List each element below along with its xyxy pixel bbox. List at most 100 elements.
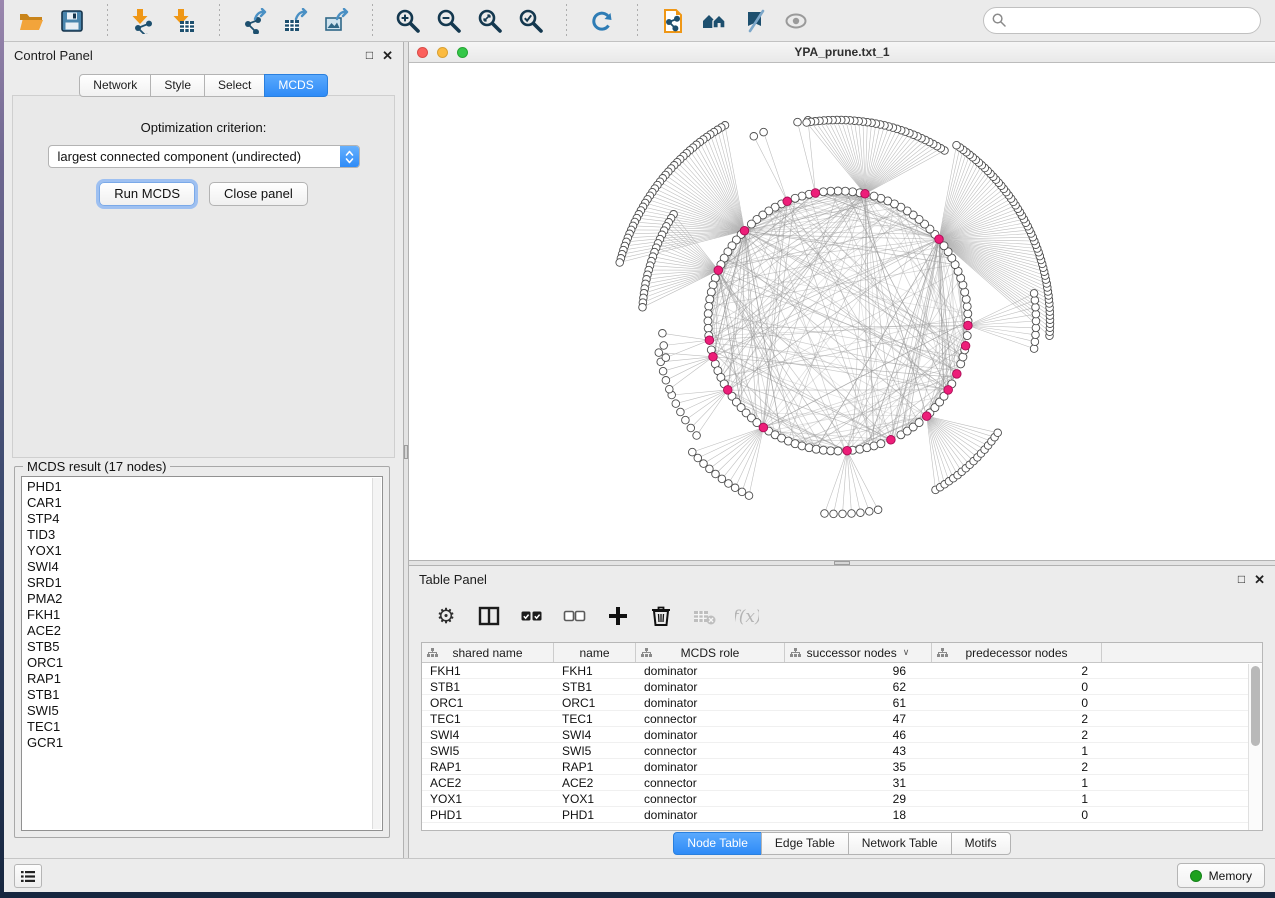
column-type-icon xyxy=(427,648,438,658)
toolbar-icon-strip xyxy=(16,4,811,38)
mcds-node-item[interactable]: SRD1 xyxy=(22,575,372,591)
svg-text:⚙: ⚙ xyxy=(437,605,456,628)
criterion-dropdown[interactable]: largest connected component (undirected) xyxy=(48,145,360,168)
tab-edge-table[interactable]: Edge Table xyxy=(761,832,849,855)
cell-successor-nodes: 31 xyxy=(785,775,932,790)
export-network-icon[interactable] xyxy=(240,6,270,36)
export-table-icon[interactable] xyxy=(281,6,311,36)
close-panel-icon[interactable]: ✕ xyxy=(382,49,393,62)
run-mcds-button[interactable]: Run MCDS xyxy=(99,182,195,206)
table-row[interactable]: SWI4SWI4dominator462 xyxy=(422,727,1262,743)
mcds-node-item[interactable]: ACE2 xyxy=(22,623,372,639)
control-panel-title: Control Panel xyxy=(14,48,93,63)
dropdown-stepper-icon xyxy=(340,146,359,167)
open-file-icon[interactable] xyxy=(16,6,46,36)
cell-MCDS-role: connector xyxy=(636,711,785,726)
show-all-icon[interactable] xyxy=(781,6,811,36)
float-table-panel-icon[interactable]: □ xyxy=(1238,573,1245,586)
cell-predecessor-nodes: 2 xyxy=(932,727,1102,742)
refresh-view-icon[interactable] xyxy=(587,6,617,36)
column-header-MCDS-role[interactable]: MCDS role xyxy=(636,643,785,662)
node-table-scrollbar[interactable] xyxy=(1248,664,1262,830)
mcds-list-scrollbar[interactable] xyxy=(372,478,381,829)
hide-selected-icon[interactable] xyxy=(740,6,770,36)
mcds-node-item[interactable]: CAR1 xyxy=(22,495,372,511)
export-image-icon[interactable] xyxy=(322,6,352,36)
horizontal-splitter-grip[interactable] xyxy=(834,561,850,565)
mcds-node-item[interactable]: RAP1 xyxy=(22,671,372,687)
scrollbar-thumb[interactable] xyxy=(1251,666,1260,746)
network-graph[interactable] xyxy=(409,63,1275,560)
mcds-node-item[interactable]: GCR1 xyxy=(22,735,372,751)
column-header-successor-nodes[interactable]: successor nodes∨ xyxy=(785,643,932,662)
close-panel-button[interactable]: Close panel xyxy=(209,182,308,206)
mcds-node-item[interactable]: STP4 xyxy=(22,511,372,527)
minimize-window-icon[interactable] xyxy=(437,47,448,58)
tab-node-table[interactable]: Node Table xyxy=(673,832,762,855)
tab-style[interactable]: Style xyxy=(150,74,205,97)
mcds-node-item[interactable]: STB1 xyxy=(22,687,372,703)
table-row[interactable]: FKH1FKH1dominator962 xyxy=(422,663,1262,679)
mcds-node-item[interactable]: FKH1 xyxy=(22,607,372,623)
node-table-header: shared namenameMCDS rolesuccessor nodes∨… xyxy=(422,643,1262,663)
zoom-out-icon[interactable] xyxy=(434,6,464,36)
vertical-splitter-grip[interactable] xyxy=(404,445,408,459)
mcds-node-item[interactable]: SWI4 xyxy=(22,559,372,575)
import-table-icon[interactable] xyxy=(169,6,199,36)
network-canvas[interactable] xyxy=(409,63,1275,560)
zoom-in-icon[interactable] xyxy=(393,6,423,36)
new-network-from-selection-icon[interactable] xyxy=(658,6,688,36)
column-header-name[interactable]: name xyxy=(554,643,636,662)
save-session-icon[interactable] xyxy=(57,6,87,36)
mcds-node-item[interactable]: PHD1 xyxy=(22,479,372,495)
tab-motifs[interactable]: Motifs xyxy=(951,832,1011,855)
mcds-node-item[interactable]: YOX1 xyxy=(22,543,372,559)
close-window-icon[interactable] xyxy=(417,47,428,58)
cell-successor-nodes: 96 xyxy=(785,663,932,678)
first-neighbors-icon[interactable] xyxy=(699,6,729,36)
application-window: Control Panel □ ✕ NetworkStyleSelectMCDS… xyxy=(4,0,1275,892)
table-row[interactable]: ACE2ACE2connector311 xyxy=(422,775,1262,791)
search-box xyxy=(983,7,1261,34)
table-settings-icon[interactable]: ⚙ xyxy=(433,603,459,629)
tab-select[interactable]: Select xyxy=(204,74,265,97)
table-row[interactable]: STB1STB1dominator620 xyxy=(422,679,1262,695)
mcds-node-item[interactable]: SWI5 xyxy=(22,703,372,719)
float-panel-icon[interactable]: □ xyxy=(366,49,373,62)
sort-descending-icon: ∨ xyxy=(903,647,910,658)
memory-button[interactable]: Memory xyxy=(1177,863,1265,888)
toggle-columns-icon[interactable] xyxy=(476,603,502,629)
delete-table-icon xyxy=(691,603,717,629)
table-toolbar: ⚙f(x) xyxy=(421,596,1263,636)
mcds-node-item[interactable]: ORC1 xyxy=(22,655,372,671)
panels-menu-button[interactable] xyxy=(14,864,42,888)
create-column-icon[interactable] xyxy=(605,603,631,629)
zoom-fit-icon[interactable] xyxy=(475,6,505,36)
mcds-node-item[interactable]: TEC1 xyxy=(22,719,372,735)
mcds-node-item[interactable]: TID3 xyxy=(22,527,372,543)
search-input[interactable] xyxy=(983,7,1261,34)
table-row[interactable]: PHD1PHD1dominator180 xyxy=(422,807,1262,823)
mcds-node-item[interactable]: PMA2 xyxy=(22,591,372,607)
table-row[interactable]: RAP1RAP1dominator352 xyxy=(422,759,1262,775)
column-header-shared-name[interactable]: shared name xyxy=(422,643,554,662)
deselect-all-rows-icon[interactable] xyxy=(562,603,588,629)
table-panel-header: Table Panel □ ✕ xyxy=(409,566,1275,593)
close-table-panel-icon[interactable]: ✕ xyxy=(1254,573,1265,586)
select-all-rows-icon[interactable] xyxy=(519,603,545,629)
tab-network[interactable]: Network xyxy=(79,74,151,97)
mcds-node-item[interactable]: STB5 xyxy=(22,639,372,655)
maximize-window-icon[interactable] xyxy=(457,47,468,58)
zoom-selected-icon[interactable] xyxy=(516,6,546,36)
table-row[interactable]: SWI5SWI5connector431 xyxy=(422,743,1262,759)
table-row[interactable]: YOX1YOX1connector291 xyxy=(422,791,1262,807)
column-header-predecessor-nodes[interactable]: predecessor nodes xyxy=(932,643,1102,662)
tab-network-table[interactable]: Network Table xyxy=(848,832,952,855)
cell-predecessor-nodes: 0 xyxy=(932,695,1102,710)
cell-successor-nodes: 47 xyxy=(785,711,932,726)
table-row[interactable]: TEC1TEC1connector472 xyxy=(422,711,1262,727)
delete-columns-icon[interactable] xyxy=(648,603,674,629)
import-network-icon[interactable] xyxy=(128,6,158,36)
table-row[interactable]: ORC1ORC1dominator610 xyxy=(422,695,1262,711)
tab-mcds[interactable]: MCDS xyxy=(264,74,327,97)
